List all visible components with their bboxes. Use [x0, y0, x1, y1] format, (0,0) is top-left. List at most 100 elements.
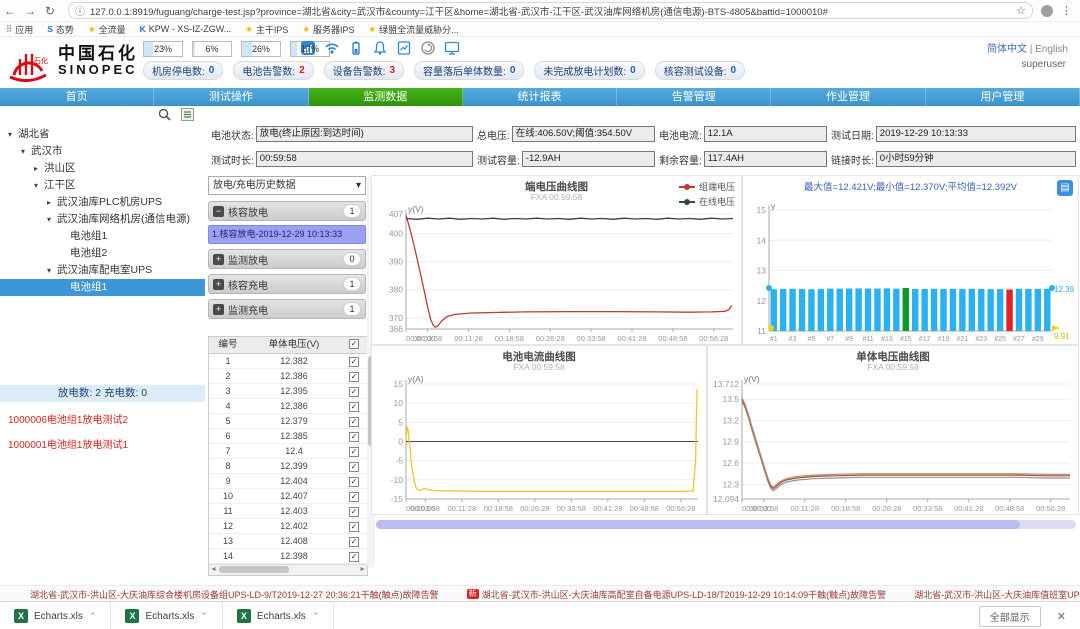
bookmark-item[interactable]: ⠿应用 [6, 23, 33, 36]
table-row[interactable]: 312.395✓ [209, 384, 367, 399]
alarm-message[interactable]: 湖北省-武汉市-洪山区-大庆油库综合楼机房设备组UPS-LD-9/T2019-1… [30, 588, 439, 601]
alarm-message[interactable]: 新湖北省-武汉市-洪山区-大庆油库高配室自备电源UPS-LD-18/T2019-… [467, 588, 887, 601]
history-section-header[interactable]: −核容放电1 [208, 201, 366, 221]
table-row[interactable]: 412.386✓ [209, 399, 367, 414]
tree-node[interactable]: ▾湖北省 [0, 126, 205, 143]
table-hscrollbar[interactable]: ◄ ► [209, 564, 367, 575]
bookmark-item[interactable]: ★全流量 [88, 23, 126, 36]
show-all-downloads-button[interactable]: 全部显示 [979, 606, 1041, 627]
expand-icon[interactable]: + [213, 254, 224, 265]
row-checkbox[interactable]: ✓ [349, 477, 359, 487]
nav-item-首页[interactable]: 首页 [0, 88, 154, 106]
tree-node[interactable]: ▾武汉市 [0, 143, 205, 160]
tree-node[interactable]: 电池组2 [0, 245, 205, 262]
legend-item[interactable]: 在线电压 [679, 195, 735, 208]
download-menu-icon[interactable]: ⌃ [200, 611, 208, 622]
list-icon[interactable] [181, 108, 194, 121]
table-row[interactable]: 1112.403✓ [209, 504, 367, 519]
expand-icon[interactable]: + [213, 304, 224, 315]
reload-icon[interactable]: ↻ [40, 4, 60, 18]
row-checkbox[interactable]: ✓ [349, 372, 359, 382]
alarm-message[interactable]: 湖北省-武汉市-洪山区-大庆油库值班室UPS-ZK/T2019-12-27 14… [914, 588, 1080, 601]
refresh-icon[interactable] [420, 40, 436, 56]
table-row[interactable]: 712.4✓ [209, 444, 367, 459]
nav-item-作业管理[interactable]: 作业管理 [771, 88, 925, 106]
download-item[interactable]: XEcharts.xls⌃ [223, 602, 334, 629]
tree-node[interactable]: ▸洪山区 [0, 160, 205, 177]
history-section-header[interactable]: +监测充电1 [208, 299, 366, 319]
nav-item-告警管理[interactable]: 告警管理 [617, 88, 771, 106]
table-row[interactable]: 812.399✓ [209, 459, 367, 474]
monitor-icon[interactable] [444, 40, 460, 56]
tree-node[interactable]: ▾江干区 [0, 177, 205, 194]
download-item[interactable]: XEcharts.xls⌃ [111, 602, 222, 629]
row-checkbox[interactable]: ✓ [349, 507, 359, 517]
collapse-icon[interactable]: − [213, 206, 224, 217]
scroll-right-icon[interactable]: ► [359, 565, 366, 575]
tree-expand-icon[interactable]: ▾ [21, 143, 31, 160]
bookmark-item[interactable]: ★绿盟全流量威胁分... [369, 23, 459, 36]
close-download-bar-icon[interactable]: ✕ [1057, 610, 1066, 623]
bookmark-star-icon[interactable]: ☆ [1016, 4, 1026, 17]
bookmark-item[interactable]: ★服务器IPS [302, 23, 354, 36]
forward-icon[interactable]: → [20, 4, 40, 18]
profile-avatar-icon[interactable] [1041, 5, 1053, 17]
hscroll-thumb[interactable] [219, 566, 289, 573]
tree-collapsed-icon[interactable]: ▸ [47, 194, 57, 211]
language-switch[interactable]: 简体中文 | English [987, 40, 1068, 55]
bookmark-item[interactable]: S态势 [47, 23, 74, 36]
nav-item-用户管理[interactable]: 用户管理 [926, 88, 1080, 106]
battery-icon[interactable] [348, 40, 364, 56]
history-record[interactable]: 1.核容放电-2019-12-29 10:13:33 [208, 225, 366, 244]
download-menu-icon[interactable]: ⌃ [312, 611, 320, 622]
download-menu-icon[interactable]: ⌃ [89, 611, 97, 622]
table-row[interactable]: 112.382✓ [209, 354, 367, 369]
expand-icon[interactable]: + [213, 279, 224, 290]
table-row[interactable]: 1312.408✓ [209, 534, 367, 549]
browser-menu-icon[interactable]: ⋮ [1061, 4, 1072, 17]
lang-en-link[interactable]: English [1035, 44, 1068, 55]
nav-item-测试操作[interactable]: 测试操作 [154, 88, 308, 106]
history-type-select[interactable]: 放电/充电历史数据 ▾ [208, 176, 366, 195]
lang-cn-link[interactable]: 简体中文 [987, 44, 1027, 55]
legend-item[interactable]: 组端电压 [679, 180, 735, 193]
tree-expand-icon[interactable]: ▾ [34, 177, 44, 194]
bell-icon[interactable] [372, 40, 388, 56]
tree-node[interactable]: 电池组1 [0, 279, 205, 296]
scroll-left-icon[interactable]: ◄ [210, 565, 217, 575]
report-icon[interactable] [396, 40, 412, 56]
row-checkbox[interactable]: ✓ [349, 552, 359, 562]
tree-expand-icon[interactable]: ▾ [47, 211, 57, 228]
history-section-header[interactable]: +核容充电1 [208, 274, 366, 294]
wifi-icon[interactable] [324, 40, 340, 56]
table-row[interactable]: 512.379✓ [209, 414, 367, 429]
tree-node[interactable]: ▾武汉油库配电室UPS [0, 262, 205, 279]
select-all-checkbox[interactable]: ✓ [349, 339, 359, 349]
table-row[interactable]: 212.386✓ [209, 369, 367, 384]
tree-collapsed-icon[interactable]: ▸ [34, 160, 44, 177]
row-checkbox[interactable]: ✓ [349, 357, 359, 367]
row-checkbox[interactable]: ✓ [349, 537, 359, 547]
table-row[interactable]: 1012.407✓ [209, 489, 367, 504]
tree-node[interactable]: 电池组1 [0, 228, 205, 245]
row-checkbox[interactable]: ✓ [349, 417, 359, 427]
export-icon[interactable]: ▤ [1057, 180, 1073, 196]
table-row[interactable]: 612.385✓ [209, 429, 367, 444]
row-checkbox[interactable]: ✓ [349, 387, 359, 397]
download-item[interactable]: XEcharts.xls⌃ [0, 602, 111, 629]
row-checkbox[interactable]: ✓ [349, 432, 359, 442]
info-icon[interactable]: ⓘ [75, 3, 85, 18]
tree-expand-icon[interactable]: ▾ [47, 262, 57, 279]
row-checkbox[interactable]: ✓ [349, 402, 359, 412]
bookmark-item[interactable]: KKPW - XS-IZ-ZGW... [140, 24, 232, 34]
url-bar[interactable]: ⓘ 127.0.0.1:8919/fuguang/charge-test.jsp… [68, 2, 1033, 19]
test-task-link[interactable]: 1000006电池组1放电测试2 [0, 406, 205, 431]
row-checkbox[interactable]: ✓ [349, 492, 359, 502]
back-icon[interactable]: ← [0, 4, 20, 18]
charts-hscrollbar[interactable] [376, 520, 1076, 529]
row-checkbox[interactable]: ✓ [349, 447, 359, 457]
bookmark-item[interactable]: ★主干IPS [245, 23, 288, 36]
table-row[interactable]: 1212.402✓ [209, 519, 367, 534]
table-row[interactable]: 1412.398✓ [209, 549, 367, 564]
tree-expand-icon[interactable]: ▾ [8, 126, 18, 143]
